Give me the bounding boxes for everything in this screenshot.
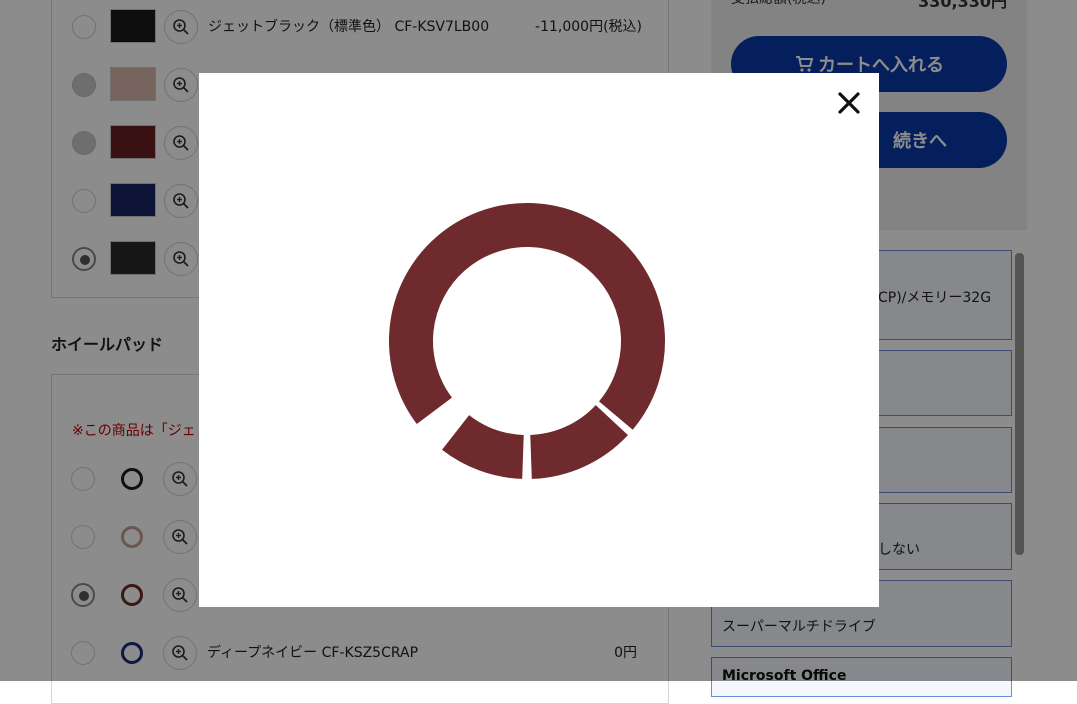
- wheel-pad-ring: [389, 203, 665, 479]
- ring-segment: [529, 404, 628, 479]
- ring-segment: [442, 414, 525, 479]
- image-modal: [199, 73, 879, 607]
- close-icon: [838, 92, 860, 114]
- ring-segment: [389, 203, 665, 430]
- close-button[interactable]: [835, 89, 863, 117]
- wheel-pad-image: [389, 203, 669, 487]
